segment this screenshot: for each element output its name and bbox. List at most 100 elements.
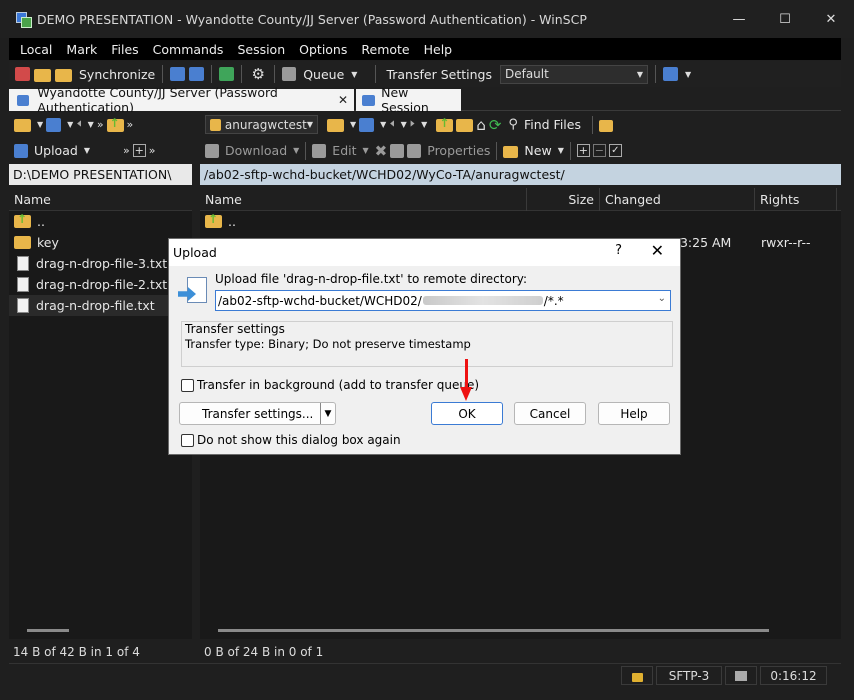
rename-icon[interactable] bbox=[390, 143, 405, 158]
close-icon[interactable]: ✕ bbox=[338, 93, 348, 107]
local-file-list[interactable]: .. key drag-n-drop-file-3.txt drag-n-dro… bbox=[9, 211, 192, 639]
dont-show-again-checkbox[interactable]: Do not show this dialog box again bbox=[181, 433, 401, 447]
parent-directory-icon[interactable] bbox=[436, 116, 454, 132]
forward-icon[interactable]: 🢒 bbox=[410, 113, 415, 137]
checkbox-box[interactable] bbox=[181, 433, 194, 447]
local-path-bar[interactable]: D:\DEMO PRESENTATION\ bbox=[9, 164, 192, 185]
tab-session-active[interactable]: Wyandotte County/JJ Server (Password Aut… bbox=[9, 85, 354, 115]
transfer-settings-button[interactable]: Transfer settings... ▼ bbox=[179, 402, 336, 425]
chevron-down-icon[interactable]: ▼ bbox=[37, 120, 43, 129]
remote-col-size[interactable]: Size bbox=[527, 187, 600, 211]
home-icon[interactable]: ⌂ bbox=[476, 116, 486, 134]
list-item[interactable]: .. bbox=[200, 211, 841, 232]
remote-col-changed[interactable]: Changed bbox=[600, 187, 755, 211]
ok-button[interactable]: OK bbox=[431, 402, 503, 425]
refresh-icon[interactable]: ⟳ bbox=[489, 116, 502, 134]
more-icon[interactable]: » bbox=[97, 118, 104, 131]
remote-col-name[interactable]: Name bbox=[200, 187, 527, 211]
local-col-name[interactable]: Name bbox=[9, 188, 192, 211]
synchronize-icon[interactable] bbox=[55, 68, 72, 82]
chevron-down-icon[interactable]: ▼ bbox=[363, 146, 369, 155]
select-all-icon[interactable]: ✓ bbox=[608, 144, 622, 157]
menu-help[interactable]: Help bbox=[415, 42, 458, 57]
transfer-background-checkbox[interactable]: Transfer in background (add to transfer … bbox=[181, 378, 479, 392]
help-icon[interactable]: ? bbox=[615, 243, 622, 258]
new-folder-icon[interactable] bbox=[503, 145, 519, 158]
menu-files[interactable]: Files bbox=[102, 42, 143, 57]
chevron-down-icon[interactable]: ▼ bbox=[401, 120, 407, 129]
close-window-button[interactable]: ✕ bbox=[808, 0, 854, 38]
new-button[interactable]: New bbox=[524, 143, 551, 158]
plus-icon[interactable]: + bbox=[132, 144, 146, 157]
help-button[interactable]: Help bbox=[598, 402, 670, 425]
properties-button[interactable]: Properties bbox=[427, 143, 490, 158]
delete-icon[interactable]: ✖ bbox=[375, 142, 388, 160]
chevron-down-icon[interactable]: ▼ bbox=[293, 146, 299, 155]
edit-button[interactable]: Edit bbox=[332, 143, 356, 158]
menu-local[interactable]: Local bbox=[11, 42, 57, 57]
menu-mark[interactable]: Mark bbox=[57, 42, 102, 57]
list-item[interactable]: drag-n-drop-file.txt bbox=[9, 295, 192, 316]
chevron-down-icon[interactable]: ▼ bbox=[558, 146, 564, 155]
menu-remote[interactable]: Remote bbox=[352, 42, 414, 57]
chevron-down-icon[interactable]: ▼ bbox=[67, 120, 73, 129]
chevron-down-icon[interactable]: ▼ bbox=[320, 403, 335, 424]
upload-icon[interactable] bbox=[14, 143, 28, 158]
bookmark-icon[interactable] bbox=[598, 119, 613, 132]
chevron-down-icon[interactable]: ▼ bbox=[421, 120, 427, 129]
more-icon[interactable]: » bbox=[149, 144, 156, 157]
chevron-down-icon[interactable]: ▼ bbox=[84, 146, 90, 155]
remote-path-bar[interactable]: /ab02-sftp-wchd-bucket/WCHD02/WyCo-TA/an… bbox=[200, 164, 841, 185]
gear-icon[interactable]: ⚙ bbox=[249, 65, 267, 83]
find-icon[interactable]: ⚲ bbox=[508, 117, 518, 132]
download-button[interactable]: Download bbox=[225, 143, 287, 158]
parent-directory-icon[interactable] bbox=[106, 116, 124, 132]
chevron-down-icon[interactable]: ▼ bbox=[88, 120, 94, 129]
back-icon[interactable]: 🢐 bbox=[389, 113, 394, 137]
maximize-button[interactable]: ☐ bbox=[762, 0, 808, 38]
menu-session[interactable]: Session bbox=[228, 42, 290, 57]
cancel-button[interactable]: Cancel bbox=[514, 402, 586, 425]
synchronize-browsing-icon[interactable] bbox=[34, 68, 51, 82]
close-icon[interactable]: ✕ bbox=[651, 241, 664, 260]
minimize-button[interactable]: — bbox=[716, 0, 762, 38]
open-session-icon[interactable] bbox=[219, 67, 235, 81]
remote-horizontal-scrollbar[interactable] bbox=[218, 629, 769, 632]
menu-options[interactable]: Options bbox=[290, 42, 352, 57]
menu-commands[interactable]: Commands bbox=[144, 42, 229, 57]
chevron-down-icon[interactable]: ▼ bbox=[351, 70, 357, 79]
filter-icon[interactable] bbox=[46, 117, 62, 132]
open-folder-icon[interactable] bbox=[14, 119, 31, 132]
local-horizontal-scrollbar[interactable] bbox=[27, 629, 69, 632]
queue-button[interactable]: Queue bbox=[303, 67, 344, 82]
chevron-down-icon[interactable]: ⌄ bbox=[658, 293, 666, 304]
checkbox-box[interactable] bbox=[181, 378, 194, 392]
console-icon[interactable] bbox=[170, 67, 186, 81]
plus-icon[interactable]: + bbox=[576, 144, 590, 157]
tab-new-session[interactable]: New Session bbox=[356, 85, 461, 115]
remote-directory-select[interactable]: anuragwctest ▼ bbox=[205, 115, 318, 134]
compare-directories-icon[interactable] bbox=[15, 67, 30, 81]
remote-col-rights[interactable]: Rights bbox=[755, 187, 837, 211]
transfer-settings-select[interactable]: Default ▼ bbox=[499, 64, 648, 84]
chevron-down-icon[interactable]: ▼ bbox=[685, 70, 691, 79]
back-icon[interactable]: 🢐 bbox=[76, 113, 81, 137]
download-icon[interactable] bbox=[205, 143, 219, 158]
synchronize-button[interactable]: Synchronize bbox=[79, 67, 155, 82]
filter-icon[interactable] bbox=[359, 117, 375, 132]
chevron-down-icon[interactable]: ▼ bbox=[350, 120, 356, 129]
root-directory-icon[interactable] bbox=[456, 119, 474, 132]
chevron-down-icon[interactable]: ▼ bbox=[380, 120, 386, 129]
edit-icon[interactable] bbox=[312, 143, 327, 158]
upload-button[interactable]: Upload bbox=[34, 143, 78, 158]
list-item[interactable]: drag-n-drop-file-3.txt bbox=[9, 253, 192, 274]
list-item[interactable]: key bbox=[9, 232, 192, 253]
remote-directory-input[interactable]: /ab02-sftp-wchd-bucket/WCHD02/ /*.* ⌄ bbox=[215, 290, 671, 311]
putty-icon[interactable] bbox=[189, 67, 205, 81]
list-item[interactable]: .. bbox=[9, 211, 192, 232]
more-icon[interactable]: » bbox=[127, 118, 134, 131]
list-item[interactable]: drag-n-drop-file-2.txt bbox=[9, 274, 192, 295]
minus-icon[interactable]: − bbox=[592, 144, 606, 157]
open-folder-icon[interactable] bbox=[327, 119, 344, 132]
properties-icon[interactable] bbox=[407, 143, 422, 158]
